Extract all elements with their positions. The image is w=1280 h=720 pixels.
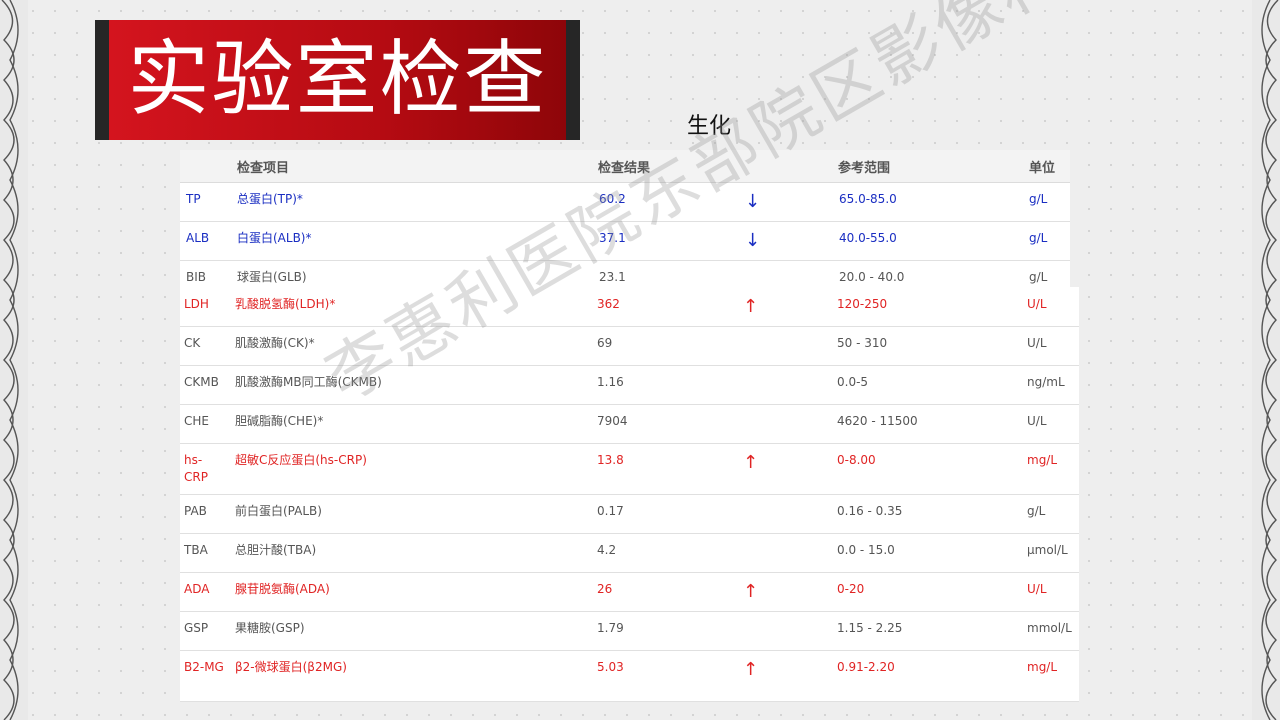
slide-title: 实验室检查 — [127, 32, 548, 127]
cell-code: PAB — [184, 504, 207, 518]
cell-code: TBA — [184, 543, 208, 557]
cell-result: 5.03 — [597, 660, 624, 674]
cell-range: 0-8.00 — [837, 453, 876, 467]
cell-range: 40.0-55.0 — [839, 231, 897, 245]
cell-code: CK — [184, 336, 201, 350]
title-banner-red: 实验室检查 — [109, 20, 566, 140]
table-row: ALB 白蛋白(ALB)* 37.1 ↓ 40.0-55.0 g/L — [180, 221, 1070, 261]
cell-name: 肌酸激酶MB同工酶(CKMB) — [235, 375, 382, 389]
cell-unit: μmol/L — [1027, 543, 1068, 557]
cell-code: TP — [186, 192, 201, 206]
cell-flag: ↑ — [743, 296, 759, 317]
header-result: 检查结果 — [598, 161, 651, 176]
cell-flag: ↑ — [743, 659, 759, 680]
cell-name: 总胆汁酸(TBA) — [235, 543, 317, 557]
cell-flag: ↓ — [745, 230, 761, 251]
header-range: 参考范围 — [838, 161, 891, 176]
cell-name: β2-微球蛋白(β2MG) — [235, 660, 347, 674]
cell-code: CHE — [184, 414, 209, 428]
cell-name: 超敏C反应蛋白(hs-CRP) — [235, 453, 367, 467]
cell-result: 60.2 — [599, 192, 626, 206]
lab-table-top: 检查项目 检查结果 参考范围 单位 TP 总蛋白(TP)* 60.2 ↓ 65.0-85… — [180, 150, 1070, 290]
cell-code: hs-CRP — [184, 453, 208, 484]
table-row: CK 肌酸激酶(CK)* 69 50 - 310 U/L — [180, 326, 1079, 366]
cell-range: 0.16 - 0.35 — [837, 504, 903, 518]
cell-unit: g/L — [1029, 270, 1048, 284]
table-row: TBA 总胆汁酸(TBA) 4.2 0.0 - 15.0 μmol/L — [180, 533, 1079, 573]
cell-code: CKMB — [184, 375, 219, 389]
title-banner: 实验室检查 — [95, 20, 580, 140]
cell-code: BIB — [186, 270, 207, 284]
cell-range: 0.91-2.20 — [837, 660, 895, 674]
right-decorative-border — [1252, 0, 1280, 720]
table-row: GSP 果糖胺(GSP) 1.79 1.15 - 2.25 mmol/L — [180, 611, 1079, 651]
cell-range: 120-250 — [837, 297, 888, 311]
cell-unit: g/L — [1027, 504, 1046, 518]
header-unit: 单位 — [1029, 161, 1056, 176]
cell-unit: g/L — [1029, 231, 1048, 245]
table-row: hs-CRP 超敏C反应蛋白(hs-CRP) 13.8 ↑ 0-8.00 mg/L — [180, 443, 1079, 495]
cell-unit: U/L — [1027, 582, 1047, 596]
cell-code: B2-MG — [184, 660, 224, 674]
table-row: B2-MG β2-微球蛋白(β2MG) 5.03 ↑ 0.91-2.20 mg/L — [180, 650, 1079, 702]
cell-unit: mmol/L — [1027, 621, 1072, 635]
cell-result: 1.16 — [597, 375, 624, 389]
cell-range: 65.0-85.0 — [839, 192, 897, 206]
table-header: 检查项目 检查结果 参考范围 单位 — [180, 150, 1070, 183]
cell-name: 果糖胺(GSP) — [235, 621, 305, 635]
cell-result: 13.8 — [597, 453, 624, 467]
cell-name: 肌酸激酶(CK)* — [235, 336, 315, 350]
header-item: 检查项目 — [237, 161, 290, 176]
cell-flag: ↑ — [743, 452, 759, 473]
cell-unit: mg/L — [1027, 453, 1058, 467]
table-row: LDH 乳酸脱氢酶(LDH)* 362 ↑ 120-250 U/L — [180, 287, 1079, 327]
cell-result: 0.17 — [597, 504, 624, 518]
cell-result: 1.79 — [597, 621, 624, 635]
cell-range: 1.15 - 2.25 — [837, 621, 903, 635]
cell-name: 腺苷脱氨酶(ADA) — [235, 582, 330, 596]
left-decorative-border — [0, 0, 28, 720]
cell-name: 球蛋白(GLB) — [237, 270, 307, 284]
cell-code: LDH — [184, 297, 209, 311]
table-row: ADA 腺苷脱氨酶(ADA) 26 ↑ 0-20 U/L — [180, 572, 1079, 612]
cell-name: 乳酸脱氢酶(LDH)* — [235, 297, 336, 311]
cell-flag: ↓ — [745, 191, 761, 212]
cell-unit: U/L — [1027, 336, 1047, 350]
cell-result: 26 — [597, 582, 613, 596]
cell-unit: mg/L — [1027, 660, 1058, 674]
cell-result: 37.1 — [599, 231, 626, 245]
cell-flag: ↑ — [743, 581, 759, 602]
cell-range: 4620 - 11500 — [837, 414, 918, 428]
cell-code: ALB — [186, 231, 210, 245]
cell-code: ADA — [184, 582, 210, 596]
cell-result: 4.2 — [597, 543, 617, 557]
cell-result: 23.1 — [599, 270, 626, 284]
cell-result: 7904 — [597, 414, 628, 428]
cell-unit: g/L — [1029, 192, 1048, 206]
table-row: CHE 胆碱脂酶(CHE)* 7904 4620 - 11500 U/L — [180, 404, 1079, 444]
cell-result: 69 — [597, 336, 613, 350]
slide-subtitle: 生化 — [687, 114, 732, 139]
cell-unit: U/L — [1027, 297, 1047, 311]
cell-name: 前白蛋白(PALB) — [235, 504, 322, 518]
cell-range: 20.0 - 40.0 — [839, 270, 905, 284]
cell-name: 胆碱脂酶(CHE)* — [235, 414, 324, 428]
table-row: CKMB 肌酸激酶MB同工酶(CKMB) 1.16 0.0-5 ng/mL — [180, 365, 1079, 405]
cell-range: 50 - 310 — [837, 336, 888, 350]
cell-result: 362 — [597, 297, 620, 311]
cell-range: 0-20 — [837, 582, 865, 596]
cell-range: 0.0 - 15.0 — [837, 543, 895, 557]
lab-table-main: LDH 乳酸脱氢酶(LDH)* 362 ↑ 120-250 U/L CK 肌酸激酶(CK)* 6… — [180, 287, 1079, 702]
table-row: BIB 球蛋白(GLB) 23.1 20.0 - 40.0 g/L — [180, 260, 1070, 290]
table-row: TP 总蛋白(TP)* 60.2 ↓ 65.0-85.0 g/L — [180, 182, 1070, 222]
cell-unit: U/L — [1027, 414, 1047, 428]
cell-unit: ng/mL — [1027, 375, 1065, 389]
table-row: PAB 前白蛋白(PALB) 0.17 0.16 - 0.35 g/L — [180, 494, 1079, 534]
cell-code: GSP — [184, 621, 209, 635]
cell-name: 白蛋白(ALB)* — [237, 231, 312, 245]
cell-range: 0.0-5 — [837, 375, 869, 389]
cell-name: 总蛋白(TP)* — [237, 192, 303, 206]
